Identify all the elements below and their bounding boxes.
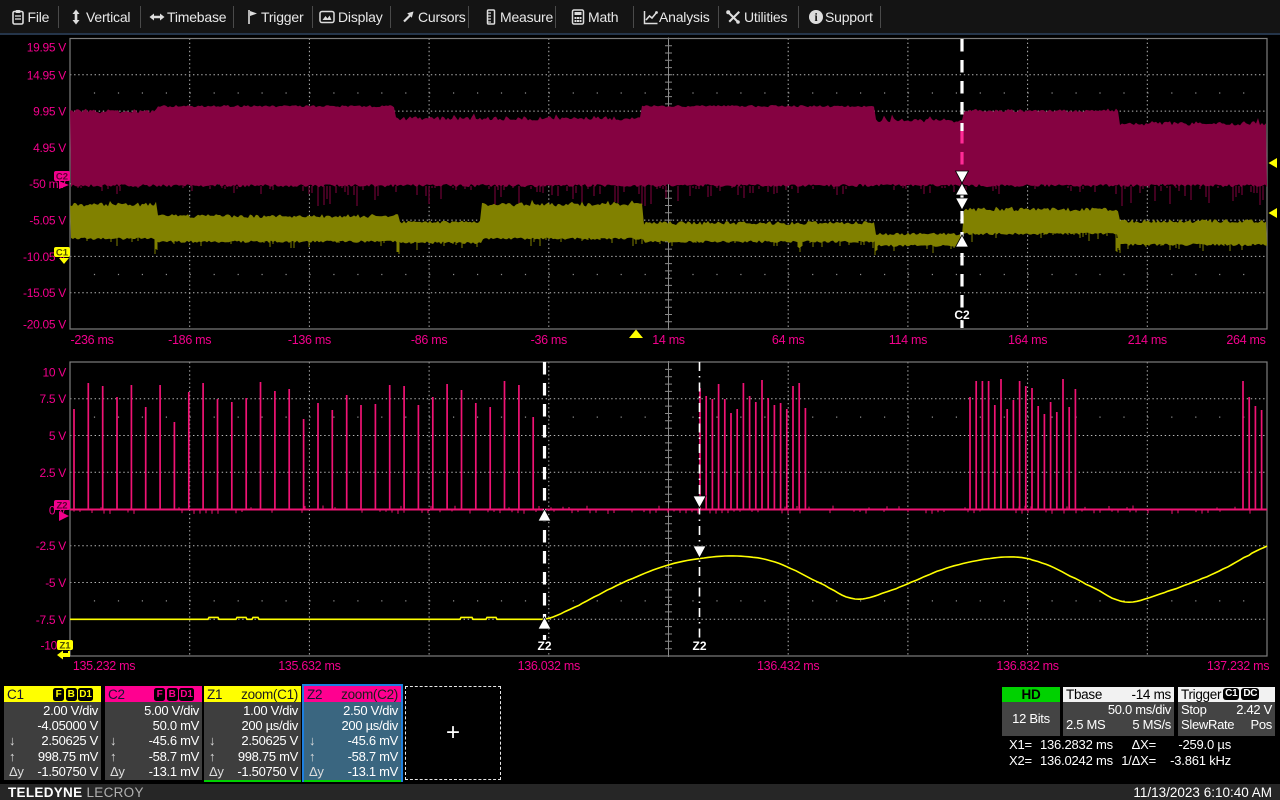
svg-text:114 ms: 114 ms: [889, 333, 927, 347]
svg-text:10 V: 10 V: [43, 366, 67, 380]
svg-text:-236 ms: -236 ms: [70, 333, 113, 347]
svg-text:164 ms: 164 ms: [1008, 333, 1047, 347]
svg-text:137.232 ms: 137.232 ms: [1207, 659, 1269, 673]
svg-text:136.032 ms: 136.032 ms: [518, 659, 580, 673]
svg-text:-186 ms: -186 ms: [168, 333, 211, 347]
svg-text:C2: C2: [954, 308, 970, 322]
svg-text:135.232 ms: 135.232 ms: [73, 659, 135, 673]
svg-text:Z1: Z1: [59, 641, 71, 652]
svg-text:136.432 ms: 136.432 ms: [757, 659, 819, 673]
svg-text:C1: C1: [56, 248, 69, 259]
svg-text:19.95 V: 19.95 V: [27, 41, 67, 55]
svg-text:-5.05 V: -5.05 V: [29, 214, 66, 228]
svg-text:Z2: Z2: [56, 501, 67, 512]
svg-text:-2.5 V: -2.5 V: [36, 539, 67, 553]
svg-text:-10: -10: [41, 639, 58, 653]
svg-text:Z2: Z2: [692, 639, 706, 653]
svg-text:Z2: Z2: [537, 639, 551, 653]
svg-text:5 V: 5 V: [49, 429, 66, 443]
svg-text:4.95 V: 4.95 V: [33, 141, 66, 155]
svg-text:-7.5 V: -7.5 V: [36, 613, 67, 627]
svg-text:14.95 V: 14.95 V: [27, 68, 67, 82]
svg-text:-20.05 V: -20.05 V: [23, 318, 66, 332]
svg-text:-86 ms: -86 ms: [411, 333, 447, 347]
svg-text:-15.05 V: -15.05 V: [23, 286, 66, 300]
svg-text:264 ms: 264 ms: [1226, 333, 1265, 347]
svg-text:214 ms: 214 ms: [1128, 333, 1167, 347]
svg-text:136.832 ms: 136.832 ms: [996, 659, 1058, 673]
svg-text:7.5 V: 7.5 V: [39, 392, 66, 406]
svg-text:135.632 ms: 135.632 ms: [278, 659, 340, 673]
svg-text:64 ms: 64 ms: [772, 333, 805, 347]
svg-text:2.5 V: 2.5 V: [39, 466, 66, 480]
svg-text:9.95 V: 9.95 V: [33, 105, 66, 119]
svg-text:C2: C2: [56, 172, 68, 183]
svg-text:-5 V: -5 V: [45, 576, 66, 590]
svg-text:14 ms: 14 ms: [652, 333, 685, 347]
svg-text:-136 ms: -136 ms: [288, 333, 331, 347]
svg-text:-36 ms: -36 ms: [531, 333, 567, 347]
